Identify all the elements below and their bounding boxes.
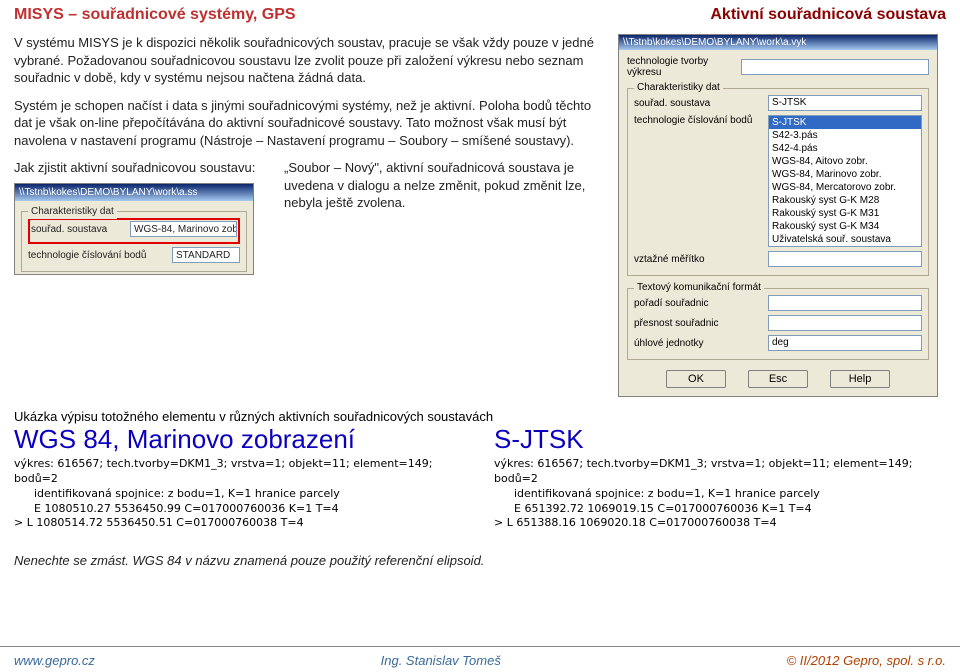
sample-line: > L 651388.16 1069020.18 C=017000760038 … [494,516,946,531]
sample-line: E 1080510.27 5536450.99 C=017000760036 K… [14,502,466,517]
list-item[interactable]: WGS-84, Aitovo zobr. [769,155,921,168]
sjtsk-title: S-JTSK [494,424,946,455]
ss-row2-label: technologie číslování bodů [28,249,168,263]
ss-row2-value[interactable]: STANDARD [172,247,240,263]
vyk-sourad-value[interactable]: S-JTSK [768,95,922,111]
list-item[interactable]: S42-3.pás [769,129,921,142]
how-to-desc: „Soubor – Nový", aktivní souřadnicová so… [284,159,604,275]
samples-intro: Ukázka výpisu totožného elementu v různý… [14,409,946,424]
vyk-poradi-value[interactable] [768,295,922,311]
wgs-title: WGS 84, Marinovo zobrazení [14,424,466,455]
vyk-top-label: technologie tvorby výkresu [627,56,737,78]
vyk-merit-label: vztažné měřítko [634,254,764,265]
list-item[interactable]: Uživatelská souř. soustava [769,233,921,246]
header-right: Aktivní souřadnicová soustava [710,6,946,24]
vyk-dialog-title: \\Tstnb\kokes\DEMO\BYLANY\work\a.vyk [619,35,937,50]
esc-button[interactable]: Esc [748,370,808,388]
note: Nenechte se zmást. WGS 84 v názvu znamen… [0,553,960,568]
vyk-poradi-label: pořadí souřadnic [634,298,764,309]
header-left: MISYS – souřadnicové systémy, GPS [14,6,296,24]
vyk-tech-label: technologie číslování bodů [634,115,764,126]
vyk-uhly-value[interactable]: deg [768,335,922,351]
list-item[interactable]: Rakouský syst G-K M34 [769,220,921,233]
vyk-txt-legend: Textový komunikační formát [634,282,764,293]
vyk-legend: Charakteristiky dat [634,82,723,93]
list-item[interactable]: S42-4.pás [769,142,921,155]
vyk-top-value[interactable] [741,59,929,75]
ss-row1-value[interactable]: WGS-84, Marinovo zobr. [130,221,237,237]
sample-line: výkres: 616567; tech.tvorby=DKM1_3; vrst… [14,457,466,487]
page-footer: www.gepro.cz Ing. Stanislav Tomeš © II/2… [0,646,960,672]
footer-left: www.gepro.cz [14,653,95,668]
footer-mid: Ing. Stanislav Tomeš [381,653,501,668]
page-header: MISYS – souřadnicové systémy, GPS Aktivn… [0,0,960,34]
vyk-uhly-label: úhlové jednotky [634,338,764,349]
ss-dialog-title: \\Tstnb\kokes\DEMO\BYLANY\work\a.ss [15,184,253,202]
ss-dialog: \\Tstnb\kokes\DEMO\BYLANY\work\a.ss Char… [14,183,254,276]
sample-line: > L 1080514.72 5536450.51 C=017000760038… [14,516,466,531]
sample-line: výkres: 616567; tech.tvorby=DKM1_3; vrst… [494,457,946,487]
paragraph-1: V systému MISYS je k dispozici několik s… [14,34,604,87]
list-item[interactable]: WGS-84, Mercatorovo zobr. [769,181,921,194]
paragraph-2: Systém je schopen načíst i data s jinými… [14,97,604,150]
vyk-dialog: \\Tstnb\kokes\DEMO\BYLANY\work\a.vyk tec… [618,34,938,397]
how-to-label: Jak zjistit aktivní souřadnicovou sousta… [14,159,274,177]
vyk-merit-value[interactable] [768,251,922,267]
list-item[interactable]: S-JTSK [769,116,921,129]
sample-line: E 651392.72 1069019.15 C=017000760036 K=… [494,502,946,517]
vyk-sourad-label: souřad. soustava [634,98,764,109]
vyk-list[interactable]: S-JTSK S42-3.pás S42-4.pás WGS-84, Aitov… [768,115,922,247]
help-button[interactable]: Help [830,370,890,388]
ok-button[interactable]: OK [666,370,726,388]
sample-line: identifikovaná spojnice: z bodu=1, K=1 h… [14,487,466,502]
copyright-icon: © [787,653,797,668]
sample-line: identifikovaná spojnice: z bodu=1, K=1 h… [494,487,946,502]
list-item[interactable]: Rakouský syst G-K M31 [769,207,921,220]
list-item[interactable]: Rakouský syst G-K M28 [769,194,921,207]
vyk-presnost-label: přesnost souřadnic [634,318,764,329]
footer-right: © II/2012 Gepro, spol. s r.o. [787,653,946,668]
vyk-presnost-value[interactable] [768,315,922,331]
ss-legend: Charakteristiky dat [28,205,117,219]
ss-row1-label: souřad. soustava [31,223,126,237]
list-item[interactable]: WGS-84, Marinovo zobr. [769,168,921,181]
